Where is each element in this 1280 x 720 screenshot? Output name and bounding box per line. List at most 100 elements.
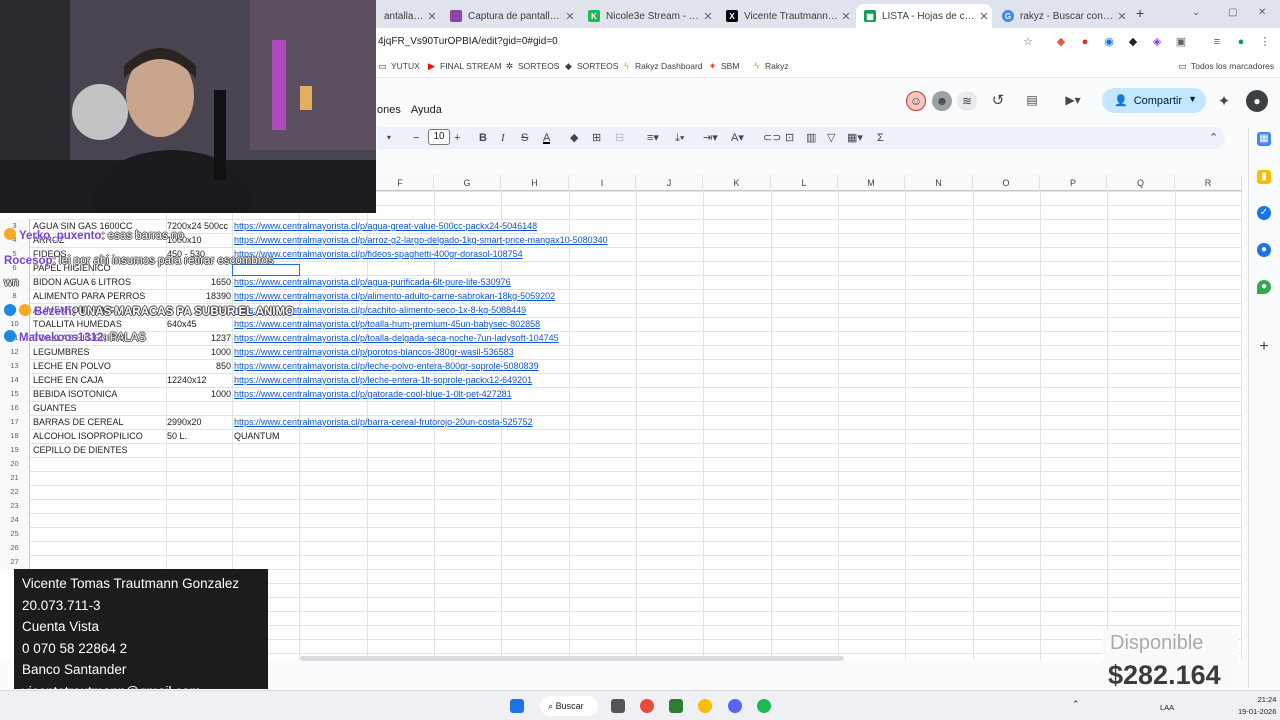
cell-price[interactable]: 50 L.	[167, 429, 231, 443]
account-avatar[interactable]: ●	[1246, 90, 1268, 112]
cell-link[interactable]: https://www.centralmayorista.cl/p/cachit…	[234, 303, 526, 317]
cell-item[interactable]: LEGUMBRES	[33, 345, 90, 359]
close-window-icon[interactable]: ✕	[1258, 7, 1266, 18]
increase-font-icon[interactable]: +	[454, 130, 460, 146]
column-header[interactable]: K	[703, 175, 771, 191]
close-icon[interactable]: ✕	[562, 10, 578, 23]
table-row[interactable]: 15 BEBIDA ISOTONICA 1000 https://www.centra…	[0, 387, 1242, 401]
contacts-icon[interactable]: ●	[1257, 243, 1271, 257]
browser-tab[interactable]: G rakyz - Buscar con Googl✕	[994, 4, 1130, 28]
row-number[interactable]: 4	[0, 233, 30, 247]
cell-price[interactable]: 450 - 530	[167, 247, 231, 261]
new-tab-button[interactable]: +	[1136, 5, 1144, 21]
table-row[interactable]: 27	[0, 555, 1242, 569]
row-number[interactable]: 17	[0, 415, 30, 429]
cell-link[interactable]: https://www.centralmayorista.cl/p/agua-p…	[234, 275, 511, 289]
text-wrap-icon[interactable]: ⇥▾	[703, 130, 718, 146]
table-row[interactable]: 5 FIDEOS 450 - 530 https://www.centralmayor…	[0, 247, 1242, 261]
cell-price[interactable]: 1237	[167, 331, 231, 345]
cell-price[interactable]: 6990	[167, 303, 231, 317]
table-row[interactable]: 7 BIDON AGUA 6 LITROS 1650 https://www.cent…	[0, 275, 1242, 289]
column-header[interactable]: G	[434, 175, 501, 191]
menu-extensions[interactable]: ones	[377, 104, 401, 116]
all-bookmarks-folder[interactable]: ▭ Todos los marcadores	[1178, 61, 1274, 71]
cell-item[interactable]: ALIMENTO PARA PERROS	[33, 289, 145, 303]
close-icon[interactable]: ✕	[976, 10, 992, 23]
table-row[interactable]: 3 AGUA SIN GAS 1600CC 7200x24 500cc https:/…	[0, 219, 1242, 233]
task-view-icon[interactable]	[611, 699, 625, 713]
column-header[interactable]: P	[1040, 175, 1107, 191]
browser-tab[interactable]: X Vicente Trautmann (@Ra✕	[718, 4, 854, 28]
cell-item[interactable]: CEPILLO DE DIENTES	[33, 443, 128, 457]
row-number[interactable]: 15	[0, 387, 30, 401]
taskbar-search[interactable]: ⌕ Buscar	[540, 696, 598, 716]
tray-chevron-icon[interactable]: ⌃	[1072, 699, 1080, 710]
table-row[interactable]: 17 BARRAS DE CEREAL 2990x20 https://www.cen…	[0, 415, 1242, 429]
bookmark-item[interactable]: ✶ SBM	[708, 61, 740, 71]
extension-icon[interactable]: ◆	[1126, 35, 1140, 49]
column-header[interactable]: F	[367, 175, 434, 191]
cell-text[interactable]: QUANTUM	[234, 429, 280, 443]
cell-link[interactable]: https://www.centralmayorista.cl/p/poroto…	[234, 345, 514, 359]
cell-item[interactable]: ALIMENTO PARA GATOS	[33, 303, 138, 317]
link-icon[interactable]: ⊂⊃	[763, 130, 781, 146]
cell-link[interactable]: https://www.centralmayorista.cl/p/toalla…	[234, 331, 559, 345]
table-row[interactable]: 16 GUANTES	[0, 401, 1242, 415]
cell-price[interactable]: 850	[167, 359, 231, 373]
cell-item[interactable]: LECHE EN CAJA	[33, 373, 104, 387]
column-header[interactable]: I	[569, 175, 636, 191]
row-number[interactable]: 19	[0, 443, 30, 457]
cell-link[interactable]: https://www.centralmayorista.cl/p/gatora…	[234, 387, 512, 401]
merge-cells-icon[interactable]: ⊟	[615, 130, 624, 146]
text-color-icon[interactable]: A	[543, 130, 551, 144]
table-row[interactable]: 9 ALIMENTO PARA GATOS 6990 https://www.cent…	[0, 303, 1242, 317]
menu-help[interactable]: Ayuda	[411, 104, 442, 116]
browser-tab-active[interactable]: ▦ LISTA - Hojas de cálculo✕	[856, 4, 992, 28]
close-icon[interactable]: ✕	[1114, 10, 1130, 23]
cell-price[interactable]: 1000x10	[167, 233, 231, 247]
table-row[interactable]: 8 ALIMENTO PARA PERROS 18390 https://www.ce…	[0, 289, 1242, 303]
cell-price[interactable]: 1650	[167, 275, 231, 289]
extension-icon[interactable]: ●	[1078, 35, 1092, 49]
cell-item[interactable]: PAPEL HIGIENICO	[33, 261, 111, 275]
column-header[interactable]: Q	[1107, 175, 1175, 191]
row-number[interactable]: 9	[0, 303, 30, 317]
column-header[interactable]: M	[838, 175, 905, 191]
column-header[interactable]: L	[771, 175, 838, 191]
row-number[interactable]: 22	[0, 485, 30, 499]
row-number[interactable]: 24	[0, 513, 30, 527]
bookmark-item[interactable]: ▭ YUTUX	[378, 61, 420, 71]
cell-item[interactable]: GUANTES	[33, 401, 77, 415]
extension-icon[interactable]: ◆	[1054, 35, 1068, 49]
collapse-toolbar-icon[interactable]: ⌃	[1209, 130, 1218, 146]
more-icon[interactable]: ⋮	[1258, 35, 1272, 49]
functions-icon[interactable]: Σ	[877, 130, 884, 146]
cell-link[interactable]: https://www.centralmayorista.cl/p/arroz-…	[234, 233, 608, 247]
browser-tab[interactable]: Captura de pantalla por L✕	[442, 4, 578, 28]
row-number[interactable]: 13	[0, 359, 30, 373]
fill-color-icon[interactable]: ◆	[570, 130, 578, 146]
row-number[interactable]: 14	[0, 373, 30, 387]
maps-icon[interactable]: ●	[1257, 280, 1271, 294]
cell-price[interactable]: 7200x24 500cc	[167, 219, 231, 233]
bookmark-item[interactable]: ▶ FINAL STREAM	[427, 61, 502, 71]
row-number[interactable]: 18	[0, 429, 30, 443]
extension-icon[interactable]: ◉	[1102, 35, 1116, 49]
text-rotation-icon[interactable]: A▾	[731, 130, 744, 146]
cell-price[interactable]: 1000	[167, 387, 231, 401]
cell-item[interactable]: TOALLAS HIGIENICAS	[33, 331, 128, 345]
table-row[interactable]: 25	[0, 527, 1242, 541]
row-number[interactable]: 26	[0, 541, 30, 555]
table-row[interactable]: 22	[0, 485, 1242, 499]
comment-icon[interactable]: ⊡	[785, 130, 794, 146]
selected-cell[interactable]	[232, 264, 300, 276]
clock[interactable]: 21:24 19-01-2026	[1238, 694, 1276, 718]
tab-search-icon[interactable]: ⌄	[1192, 7, 1200, 18]
history-icon[interactable]: ↺	[988, 90, 1008, 110]
table-row[interactable]: 19 CEPILLO DE DIENTES	[0, 443, 1242, 457]
profile-icon[interactable]: ●	[1234, 35, 1248, 49]
bookmark-item[interactable]: ϟ Rakyz	[752, 61, 789, 71]
cell-item[interactable]: LECHE EN POLVO	[33, 359, 111, 373]
start-icon[interactable]	[510, 699, 524, 713]
decrease-font-icon[interactable]: −	[413, 130, 419, 146]
